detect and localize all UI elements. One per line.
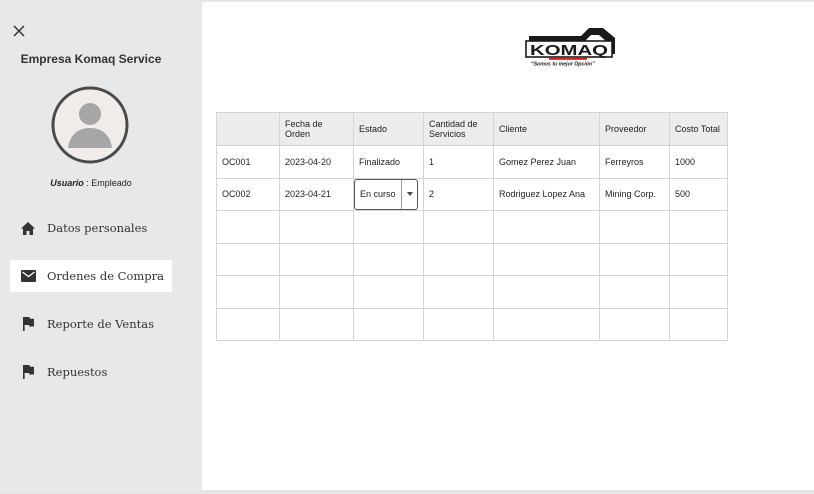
column-header: Cantidad de Servicios [423,112,494,146]
user-role: Empleado [91,178,132,188]
table-cell: 1000 [669,145,728,179]
mail-icon [20,268,36,284]
column-header: Costo Total [669,112,728,146]
sidebar-nav: Datos personales Ordenes de Compra Repor… [10,212,172,404]
empty-table-row [216,275,728,309]
user-info: Usuario : Empleado [0,178,182,188]
table-cell: Ferreyros [599,145,670,179]
komaq-logo: KOMAQ “Somos tu mejor Opción” [523,24,617,68]
table-cell: 1 [423,145,494,179]
table-row: OC001 2023-04-20 Finalizado 1 Gomez Pere… [216,145,728,179]
sidebar-item-label: Datos personales [47,221,148,235]
user-label: Usuario [50,178,84,188]
column-header: Proveedor [599,112,670,146]
table-cell: 2 [423,177,494,211]
flag-icon [20,316,36,332]
sidebar-item-label: Reporte de Ventas [47,317,154,331]
sidebar-item-label: Repuestos [47,365,108,379]
table-cell: 2023-04-21 [279,177,354,211]
chevron-down-icon[interactable] [401,179,417,209]
company-name: Empresa Komaq Service [20,52,162,66]
close-icon[interactable] [10,22,30,44]
estado-select-value: En curso [360,189,396,200]
table-cell: 500 [669,177,728,211]
column-header: Cliente [493,112,600,146]
sidebar-item-repuestos[interactable]: Repuestos [10,356,172,388]
table-cell: 2023-04-20 [279,145,354,179]
table-cell: En curso [353,177,424,211]
logo-tagline: “Somos tu mejor Opción” [531,62,595,68]
home-icon [20,220,36,236]
avatar [51,86,129,164]
estado-select[interactable]: En curso [354,178,418,210]
column-header [216,112,280,146]
sidebar-item-reporte-de-ventas[interactable]: Reporte de Ventas [10,308,172,340]
sidebar: Empresa Komaq Service Usuario : Empleado… [0,2,202,490]
logo-brand: KOMAQ [530,42,608,59]
flag-icon [20,364,36,380]
sidebar-item-ordenes-de-compra[interactable]: Ordenes de Compra [10,260,172,292]
table-cell: OC002 [216,177,280,211]
table-cell: Mining Corp. [599,177,670,211]
purchase-orders-table: Fecha de Orden Estado Cantidad de Servic… [216,112,728,341]
sidebar-item-datos-personales[interactable]: Datos personales [10,212,172,244]
table-cell: Rodriguez Lopez Ana [493,177,600,211]
empty-table-row [216,210,728,244]
table-cell: Finalizado [353,145,424,179]
empty-table-row [216,242,728,276]
column-header: Fecha de Orden [279,112,354,146]
column-header: Estado [353,112,424,146]
table-header-row: Fecha de Orden Estado Cantidad de Servic… [216,112,728,146]
table-cell: Gomez Perez Juan [493,145,600,179]
table-cell: OC001 [216,145,280,179]
sidebar-item-label: Ordenes de Compra [47,269,165,283]
empty-table-row [216,307,728,341]
table-row: OC002 2023-04-21 En curso 2 Rodriguez Lo… [216,177,728,211]
